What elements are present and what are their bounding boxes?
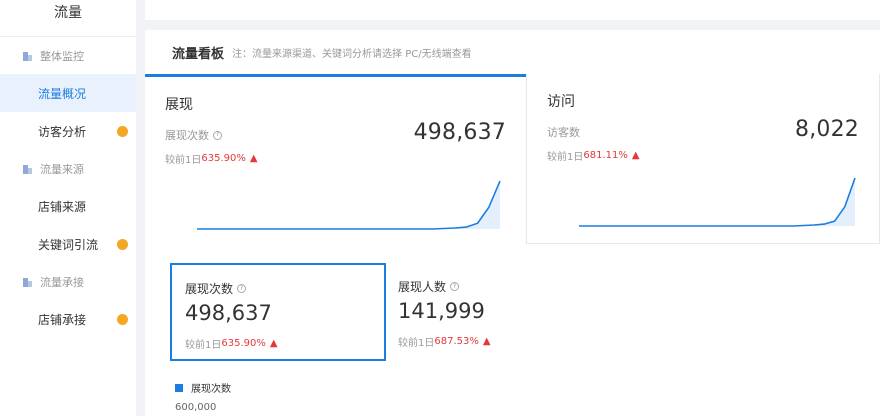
metric-label-text: 展现人数 xyxy=(398,280,447,294)
sidebar: 流量 整体监控 流量概况 访客分析 流量来源 店铺来源 关键词引流 流量承接 店… xyxy=(0,0,136,416)
new-badge xyxy=(117,125,128,137)
traffic-dashboard-panel: 流量看板 注：流量来源渠道、关键词分析请选择 PC/无线端查看 展现 展现次数 … xyxy=(145,30,880,416)
up-arrow-icon: ▲ xyxy=(269,338,278,349)
metric-label: 展现人数 ? xyxy=(398,278,460,295)
compare-prefix: 较前1日 xyxy=(185,340,222,351)
sidebar-item-visitor-analysis[interactable]: 访客分析 xyxy=(0,112,136,150)
compare-prefix: 较前1日 xyxy=(398,338,435,349)
nav-group-conversion: 流量承接 xyxy=(0,263,136,300)
sparkline-area xyxy=(197,181,500,229)
sparkline-line xyxy=(579,177,856,227)
card-impressions[interactable]: 展现 展现次数 ? 498,637 较前1日 635.90% ▲ xyxy=(145,74,526,244)
panel-header: 流量看板 注：流量来源渠道、关键词分析请选择 PC/无线端查看 xyxy=(145,30,880,76)
sparkline-impressions xyxy=(197,180,501,230)
sidebar-item-label: 店铺来源 xyxy=(38,199,87,214)
panel-note: 注：流量来源渠道、关键词分析请选择 PC/无线端查看 xyxy=(232,49,472,60)
sidebar-item-traffic-overview[interactable]: 流量概况 xyxy=(0,74,136,112)
sparkline-area xyxy=(579,178,855,226)
nav-group-source: 流量来源 xyxy=(0,150,136,187)
top-strip xyxy=(145,0,880,20)
sparkline-line xyxy=(197,180,501,230)
help-icon[interactable]: ? xyxy=(237,284,247,293)
chart-legend[interactable]: 展现次数 xyxy=(175,380,231,395)
legend-swatch xyxy=(175,383,183,392)
metric-box-impressions[interactable]: 展现次数 ? 498,637 较前1日 635.90% ▲ xyxy=(170,263,386,361)
metric-value: 141,999 xyxy=(398,299,485,323)
nav-group-label: 流量承接 xyxy=(40,275,84,289)
metric-compare: 较前1日 635.90% ▲ xyxy=(185,336,278,351)
up-arrow-icon: ▲ xyxy=(482,336,491,347)
metric-value: 498,637 xyxy=(185,301,272,325)
nav-group-label: 流量来源 xyxy=(40,162,84,176)
metric-box-unique-impressions[interactable]: 展现人数 ? 141,999 较前1日 687.53% ▲ xyxy=(385,263,601,361)
sidebar-item-shop-conversion[interactable]: 店铺承接 xyxy=(0,300,136,338)
panel-title: 流量看板 xyxy=(172,47,225,62)
compare-value: 687.53% xyxy=(434,336,479,347)
sidebar-title: 流量 xyxy=(0,0,136,37)
legend-label: 展现次数 xyxy=(191,384,231,395)
building-icon xyxy=(23,52,32,61)
sidebar-item-shop-source[interactable]: 店铺来源 xyxy=(0,187,136,225)
new-badge xyxy=(117,238,128,250)
building-icon xyxy=(23,165,32,174)
building-icon xyxy=(23,278,32,287)
sparkline-visits xyxy=(579,177,856,227)
help-icon[interactable]: ? xyxy=(450,282,460,291)
sidebar-item-label: 关键词引流 xyxy=(38,237,99,252)
sidebar-item-label: 店铺承接 xyxy=(38,312,87,327)
compare-value: 635.90% xyxy=(221,338,266,349)
sidebar-item-label: 流量概况 xyxy=(38,86,87,101)
card-visits[interactable]: 访问 访客数 8,022 较前1日 681.11% ▲ xyxy=(526,74,880,244)
nav-group-overall: 整体监控 xyxy=(0,37,136,74)
new-badge xyxy=(117,313,128,325)
y-axis-tick: 600,000 xyxy=(175,402,217,413)
metric-label-text: 展现次数 xyxy=(185,282,234,296)
metric-label: 展现次数 ? xyxy=(185,280,247,297)
metric-compare: 较前1日 687.53% ▲ xyxy=(398,334,491,349)
sidebar-item-label: 访客分析 xyxy=(38,124,87,139)
sidebar-item-keyword-traffic[interactable]: 关键词引流 xyxy=(0,225,136,263)
nav-group-label: 整体监控 xyxy=(40,49,84,63)
